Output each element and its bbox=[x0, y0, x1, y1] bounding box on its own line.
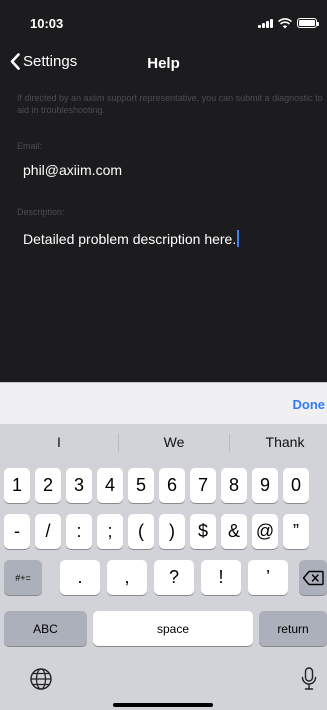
key-3[interactable]: 3 bbox=[66, 468, 92, 503]
battery-icon bbox=[297, 18, 319, 28]
description-field[interactable]: Detailed problem description here. bbox=[23, 230, 240, 247]
key-4[interactable]: 4 bbox=[97, 468, 123, 503]
more-symbols-key[interactable]: #+= bbox=[4, 560, 42, 595]
key-ampersand[interactable]: & bbox=[221, 514, 247, 549]
key-7[interactable]: 7 bbox=[190, 468, 216, 503]
done-button[interactable]: Done bbox=[293, 397, 326, 412]
key-apostrophe[interactable]: ’ bbox=[248, 560, 288, 595]
page-title: Help bbox=[147, 55, 180, 72]
key-0[interactable]: 0 bbox=[283, 468, 309, 503]
key-1[interactable]: 1 bbox=[4, 468, 30, 503]
email-label: Email: bbox=[17, 141, 43, 151]
key-hyphen[interactable]: - bbox=[4, 514, 30, 549]
keyboard-accessory-bar: Done bbox=[0, 382, 327, 424]
key-semicolon[interactable]: ; bbox=[97, 514, 123, 549]
status-icons bbox=[258, 17, 319, 29]
wifi-icon bbox=[278, 17, 292, 28]
key-exclamation[interactable]: ! bbox=[201, 560, 241, 595]
cellular-signal-icon bbox=[258, 18, 273, 28]
text-cursor bbox=[237, 230, 240, 247]
key-question[interactable]: ? bbox=[154, 560, 194, 595]
key-colon[interactable]: : bbox=[66, 514, 92, 549]
description-label: Description: bbox=[17, 207, 65, 217]
key-6[interactable]: 6 bbox=[159, 468, 185, 503]
navigation-bar: Settings Help bbox=[0, 44, 327, 84]
key-slash[interactable]: / bbox=[35, 514, 61, 549]
dictation-key[interactable] bbox=[301, 667, 317, 696]
suggestion-item[interactable]: We bbox=[119, 434, 229, 450]
key-dollar[interactable]: $ bbox=[190, 514, 216, 549]
suggestion-bar: I We Thank bbox=[0, 424, 327, 458]
email-field[interactable]: phil@axiim.com bbox=[23, 162, 122, 178]
key-period[interactable]: . bbox=[60, 560, 100, 595]
suggestion-item[interactable]: I bbox=[0, 434, 118, 450]
delete-key[interactable] bbox=[299, 560, 327, 595]
key-quote[interactable]: ” bbox=[283, 514, 309, 549]
key-2[interactable]: 2 bbox=[35, 468, 61, 503]
description-text: Detailed problem description here. bbox=[23, 231, 237, 247]
keyboard: Done I We Thank 1 2 3 4 5 6 7 8 9 0 - / … bbox=[0, 382, 327, 710]
return-key[interactable]: return bbox=[259, 611, 327, 646]
key-open-paren[interactable]: ( bbox=[128, 514, 154, 549]
help-screen: 10:03 Settings Help If directed by an ax… bbox=[0, 0, 327, 710]
globe-icon bbox=[30, 668, 52, 690]
key-8[interactable]: 8 bbox=[221, 468, 247, 503]
abc-key[interactable]: ABC bbox=[4, 611, 87, 646]
key-9[interactable]: 9 bbox=[252, 468, 278, 503]
intro-text: If directed by an axiim support represen… bbox=[17, 93, 323, 115]
microphone-icon bbox=[301, 667, 317, 690]
status-time: 10:03 bbox=[30, 16, 64, 31]
space-key[interactable]: space bbox=[93, 611, 253, 646]
globe-key[interactable] bbox=[29, 667, 53, 696]
status-bar: 10:03 bbox=[0, 0, 327, 44]
home-indicator bbox=[113, 703, 213, 707]
delete-backspace-icon bbox=[302, 570, 324, 585]
key-comma[interactable]: , bbox=[107, 560, 147, 595]
suggestion-item[interactable]: Thank bbox=[230, 434, 327, 450]
key-5[interactable]: 5 bbox=[128, 468, 154, 503]
key-close-paren[interactable]: ) bbox=[159, 514, 185, 549]
key-at[interactable]: @ bbox=[252, 514, 278, 549]
